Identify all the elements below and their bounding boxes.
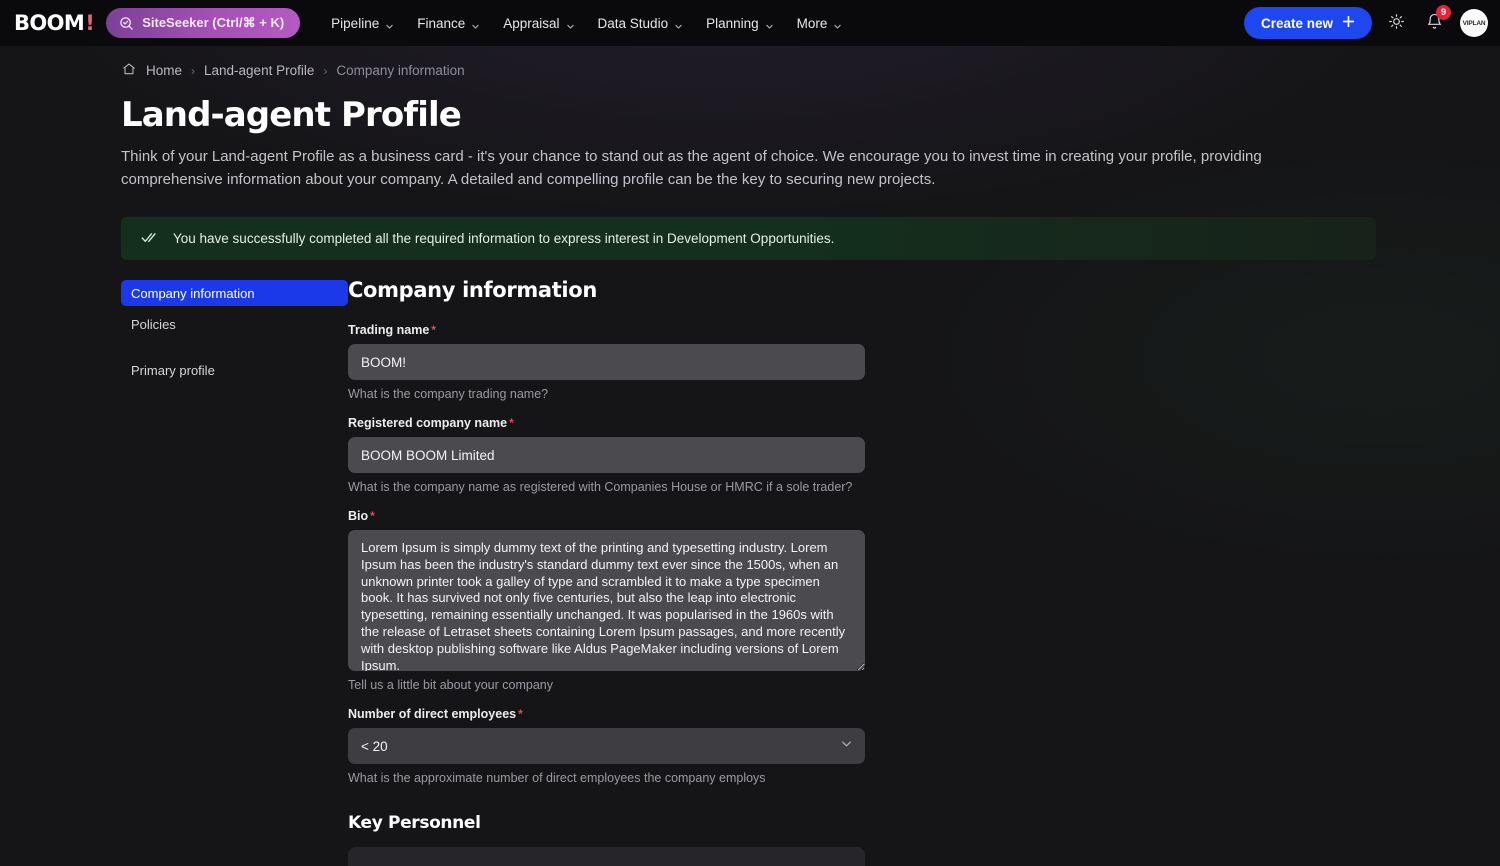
chevron-down-icon [833, 19, 842, 29]
field-number-of-direct-employees: Number of direct employees * < 20 What is… [348, 707, 865, 785]
required-asterisk: * [509, 416, 514, 430]
nav-item-more-label: More [796, 15, 828, 31]
navbar-actions: Create new 9 VIPLAN [1243, 5, 1488, 39]
employees-select[interactable]: < 20 [348, 728, 865, 764]
notifications-button[interactable]: 9 [1420, 5, 1451, 37]
app-logo-text: BOOM [14, 10, 85, 35]
app-logo-exclamation: ! [85, 10, 95, 35]
top-navbar: BOOM! SiteSeeker (Ctrl/⌘ + K) Pipeline F… [0, 0, 1500, 46]
registered-company-name-input[interactable] [348, 437, 865, 473]
nav-item-appraisal[interactable]: Appraisal [494, 10, 583, 37]
create-new-label: Create new [1260, 15, 1333, 31]
success-banner-message: You have successfully completed all the … [173, 231, 835, 246]
nav-item-data-studio-label: Data Studio [597, 15, 669, 31]
nav-links: Pipeline Finance Appraisal Data Studio P… [322, 10, 851, 37]
notification-badge: 9 [1436, 5, 1451, 20]
siteseeker-search-icon [119, 16, 134, 31]
content-area: Company information Policies Primary pro… [0, 260, 1500, 866]
sidebar-item-company-information[interactable]: Company information [121, 280, 348, 306]
key-personnel-title: Key Personnel [348, 813, 481, 833]
field-bio: Bio* Tell us a little bit about your com… [348, 509, 865, 692]
siteseeker-button[interactable]: SiteSeeker (Ctrl/⌘ + K) [106, 8, 301, 38]
nav-item-planning-label: Planning [706, 15, 759, 31]
double-check-icon [141, 231, 160, 247]
avatar-initials: VIPLAN [1462, 19, 1486, 27]
siteseeker-label: SiteSeeker (Ctrl/⌘ + K) [142, 15, 285, 30]
breadcrumb-separator: › [323, 63, 328, 78]
page-description: Think of your Land-agent Profile as a bu… [121, 148, 1262, 188]
registered-company-name-hint: What is the company name as registered w… [348, 480, 853, 494]
form-section-title: Company information [348, 278, 597, 302]
chevron-down-icon [385, 19, 394, 29]
chevron-down-icon [471, 19, 480, 29]
registered-company-name-label: Registered company name * [348, 416, 865, 430]
field-trading-name: Trading name* What is the company tradin… [348, 323, 865, 401]
required-asterisk: * [370, 509, 375, 523]
bio-label-text: Bio [348, 509, 369, 523]
field-registered-company-name: Registered company name* What is the com… [348, 416, 865, 494]
chevron-down-icon [674, 19, 683, 29]
trading-name-label: Trading name * [348, 323, 865, 337]
sidebar-item-label: Policies [131, 316, 176, 332]
breadcrumb-current: Company information [336, 63, 465, 78]
theme-toggle-button[interactable] [1382, 9, 1410, 37]
required-asterisk: * [518, 707, 523, 721]
employees-selected-value: < 20 [361, 738, 388, 754]
nav-item-more[interactable]: More [788, 10, 852, 37]
page-title: Land-agent Profile [121, 95, 462, 135]
sidebar-item-policies[interactable]: Policies [121, 311, 348, 337]
employees-select-wrap: < 20 [348, 728, 865, 764]
nav-item-finance[interactable]: Finance [408, 10, 489, 37]
nav-item-finance-label: Finance [417, 15, 466, 31]
trading-name-hint: What is the company trading name? [348, 387, 549, 401]
registered-company-name-label-text: Registered company name [348, 416, 508, 430]
nav-item-planning[interactable]: Planning [697, 10, 783, 37]
bio-textarea[interactable] [348, 530, 865, 671]
sidebar-item-label: Company information [131, 285, 255, 301]
company-information-form: Company information Trading name* What i… [348, 278, 865, 866]
nav-item-pipeline[interactable]: Pipeline [322, 10, 403, 37]
success-banner: You have successfully completed all the … [121, 217, 1376, 260]
trading-name-label-text: Trading name [348, 323, 430, 337]
bio-label: Bio * [348, 509, 865, 523]
key-personnel-card[interactable]: Managing Director [348, 847, 865, 866]
trading-name-input[interactable] [348, 344, 865, 380]
nav-item-pipeline-label: Pipeline [331, 15, 380, 31]
breadcrumb-separator: › [191, 63, 196, 78]
nav-item-appraisal-label: Appraisal [503, 15, 560, 31]
bio-hint: Tell us a little bit about your company [348, 678, 553, 692]
home-icon[interactable] [122, 62, 136, 79]
breadcrumb: Home › Land-agent Profile › Company info… [0, 46, 1500, 79]
sun-icon [1388, 13, 1405, 33]
section-sidenav: Company information Policies Primary pro… [121, 278, 348, 866]
nav-item-data-studio[interactable]: Data Studio [589, 10, 693, 37]
app-logo[interactable]: BOOM! [14, 10, 95, 35]
chevron-down-icon [566, 19, 575, 29]
create-new-button[interactable]: Create new [1243, 7, 1372, 39]
breadcrumb-land-agent-profile[interactable]: Land-agent Profile [204, 63, 314, 78]
employees-hint: What is the approximate number of direct… [348, 771, 766, 785]
employees-label-text: Number of direct employees [348, 707, 517, 721]
employees-label: Number of direct employees * [348, 707, 865, 721]
page-body: Home › Land-agent Profile › Company info… [0, 46, 1500, 866]
plus-icon [1342, 15, 1355, 31]
required-asterisk: * [431, 323, 436, 337]
breadcrumb-home[interactable]: Home [146, 63, 182, 78]
chevron-down-icon [765, 19, 774, 29]
sidebar-item-primary-profile[interactable]: Primary profile [121, 357, 348, 383]
sidebar-item-label: Primary profile [131, 362, 215, 378]
avatar[interactable]: VIPLAN [1460, 9, 1488, 37]
